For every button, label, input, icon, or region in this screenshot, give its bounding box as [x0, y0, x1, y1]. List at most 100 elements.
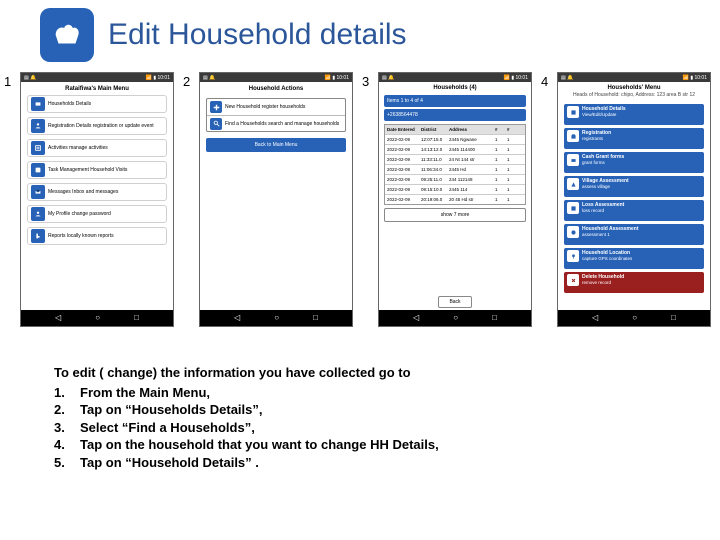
- main-menu-item[interactable]: Registration Details registration or upd…: [27, 117, 167, 135]
- household-menu-item[interactable]: Household Assessmentassessment 1: [564, 224, 704, 245]
- table-cell: 09:25:11.0: [419, 175, 447, 184]
- main-menu-item[interactable]: Households Details: [27, 95, 167, 113]
- back-to-main-button[interactable]: Back to Main Menu: [206, 138, 346, 152]
- household-menu-item[interactable]: Delete Householdremove record: [564, 272, 704, 293]
- menu-icon: [567, 154, 579, 166]
- main-menu-item[interactable]: Reports locally known reports: [27, 227, 167, 245]
- screen-4: ▤ 🔔📶 ▮ 10:01 Households' Menu Heads of H…: [557, 72, 711, 327]
- nav-home-icon: ○: [632, 314, 637, 322]
- plus-icon: [210, 101, 222, 113]
- main-menu-item[interactable]: Messages Inbox and messages: [27, 183, 167, 201]
- nav-back-icon: ◁: [592, 314, 598, 322]
- table-row[interactable]: 2022-02-0920:19:06.020 45 Hd str11: [385, 194, 525, 204]
- menu-label: Reports locally known reports: [48, 233, 114, 239]
- table-cell: 11:06:34.0: [419, 165, 447, 174]
- step-number: 4.: [54, 436, 80, 454]
- nav-recent-icon: □: [492, 314, 497, 322]
- screen-3: ▤ 🔔📶 ▮ 10:01 Households (4) Items 1 to 4…: [378, 72, 532, 327]
- menu-label: Activities manage activities: [48, 145, 108, 151]
- table-cell: 1: [505, 165, 517, 174]
- table-cell: 1: [493, 195, 505, 204]
- step-number: 1.: [54, 384, 80, 402]
- instruction-step: 5.Tap on “Household Details” .: [54, 454, 439, 472]
- show-more-button[interactable]: show 7 more: [384, 208, 526, 222]
- step-text: Select “Find a Households”,: [80, 419, 255, 437]
- menu-icon: [567, 226, 579, 238]
- table-header: #: [493, 125, 505, 134]
- screen-1: ▤ 🔔📶 ▮ 10:01 Rataifiwa's Main Menu House…: [20, 72, 174, 327]
- table-cell: 11:33:11.0: [419, 155, 447, 164]
- nav-back-icon: ◁: [55, 314, 61, 322]
- table-cell: 1: [505, 175, 517, 184]
- table-cell: 244 112148: [447, 175, 493, 184]
- table-row[interactable]: 2022-02-0912:07:15.02445 Ngwane11: [385, 134, 525, 144]
- menu-icon: [31, 207, 45, 221]
- menu-text: Household Locationcapture GPS coordinate…: [582, 250, 632, 261]
- menu-label: Registration Details registration or upd…: [48, 123, 154, 129]
- table-cell: 1: [505, 195, 517, 204]
- menu-icon: [31, 185, 45, 199]
- menu-label: Task Management Household Visits: [48, 167, 127, 173]
- screen-2: ▤ 🔔📶 ▮ 10:01 Household Actions New House…: [199, 72, 353, 327]
- menu-label: Messages Inbox and messages: [48, 189, 118, 195]
- instruction-step: 4.Tap on the household that you want to …: [54, 436, 439, 454]
- items-count-bar: Items 1 to 4 of 4: [384, 95, 526, 107]
- step-number: 3.: [54, 419, 80, 437]
- table-cell: 20 45 Hd str: [447, 195, 493, 204]
- table-cell: 2445 Ngwane: [447, 135, 493, 144]
- main-menu-item[interactable]: Activities manage activities: [27, 139, 167, 157]
- table-cell: 2445 Hd: [447, 165, 493, 174]
- table-header: District: [419, 125, 447, 134]
- table-row[interactable]: 2022-02-0909:25:11.0244 11214811: [385, 174, 525, 184]
- household-menu-item[interactable]: Village Assessmentassess village: [564, 176, 704, 197]
- back-button[interactable]: Back: [438, 296, 471, 308]
- table-cell: 1: [493, 175, 505, 184]
- table-cell: 1: [505, 135, 517, 144]
- menu-label: My Profile change password: [48, 211, 111, 217]
- screen1-title: Rataifiwa's Main Menu: [21, 82, 173, 95]
- nav-bar: ◁ ○ □: [379, 310, 531, 326]
- new-household-button[interactable]: New Household register households: [207, 99, 345, 115]
- menu-text: Household DetailsView/Edit/Update: [582, 106, 626, 117]
- table-row[interactable]: 2022-02-0909:15:10.02445 11411: [385, 184, 525, 194]
- table-cell: 2022-02-09: [385, 175, 419, 184]
- menu-text: Registrationregistrants: [582, 130, 611, 141]
- nav-home-icon: ○: [453, 314, 458, 322]
- menu-icon: [567, 178, 579, 190]
- household-menu-item[interactable]: Cash Grant formsgrant forms: [564, 152, 704, 173]
- main-menu-item[interactable]: Task Management Household Visits: [27, 161, 167, 179]
- nav-home-icon: ○: [95, 314, 100, 322]
- nav-back-icon: ◁: [413, 314, 419, 322]
- menu-text: Village Assessmentassess village: [582, 178, 629, 189]
- table-cell: 24 Nt 144 str: [447, 155, 493, 164]
- phone-bar: +2638564478: [384, 109, 526, 121]
- menu-text: Cash Grant formsgrant forms: [582, 154, 624, 165]
- step-text: Tap on the household that you want to ch…: [80, 436, 439, 454]
- table-row[interactable]: 2022-02-0911:06:34.02445 Hd11: [385, 164, 525, 174]
- nav-recent-icon: □: [313, 314, 318, 322]
- menu-icon: [31, 141, 45, 155]
- nav-bar: ◁ ○ □: [558, 310, 710, 326]
- menu-icon: [31, 229, 45, 243]
- screen-number: 3: [362, 72, 378, 89]
- table-cell: 1: [505, 145, 517, 154]
- find-household-button[interactable]: Find a Households search and manage hous…: [207, 115, 345, 131]
- screens-row: 1 ▤ 🔔📶 ▮ 10:01 Rataifiwa's Main Menu Hou…: [4, 62, 720, 327]
- search-icon: [210, 118, 222, 130]
- table-row[interactable]: 2022-02-0914:13:12.02445 11440011: [385, 144, 525, 154]
- screen-number: 1: [4, 72, 20, 89]
- menu-text: Loss Assessmentloss record: [582, 202, 624, 213]
- nav-recent-icon: □: [671, 314, 676, 322]
- nav-bar: ◁○□: [21, 310, 173, 326]
- table-cell: 1: [505, 185, 517, 194]
- household-menu-item[interactable]: Registrationregistrants: [564, 128, 704, 149]
- main-menu-item[interactable]: My Profile change password: [27, 205, 167, 223]
- step-text: From the Main Menu,: [80, 384, 210, 402]
- nav-back-icon: ◁: [234, 314, 240, 322]
- household-menu-item[interactable]: Loss Assessmentloss record: [564, 200, 704, 221]
- table-row[interactable]: 2022-02-0911:33:11.024 Nt 144 str11: [385, 154, 525, 164]
- step-text: Tap on “Households Details”,: [80, 401, 263, 419]
- screen4-title: Households' Menu: [558, 82, 710, 92]
- household-menu-item[interactable]: Household Locationcapture GPS coordinate…: [564, 248, 704, 269]
- household-menu-item[interactable]: Household DetailsView/Edit/Update: [564, 104, 704, 125]
